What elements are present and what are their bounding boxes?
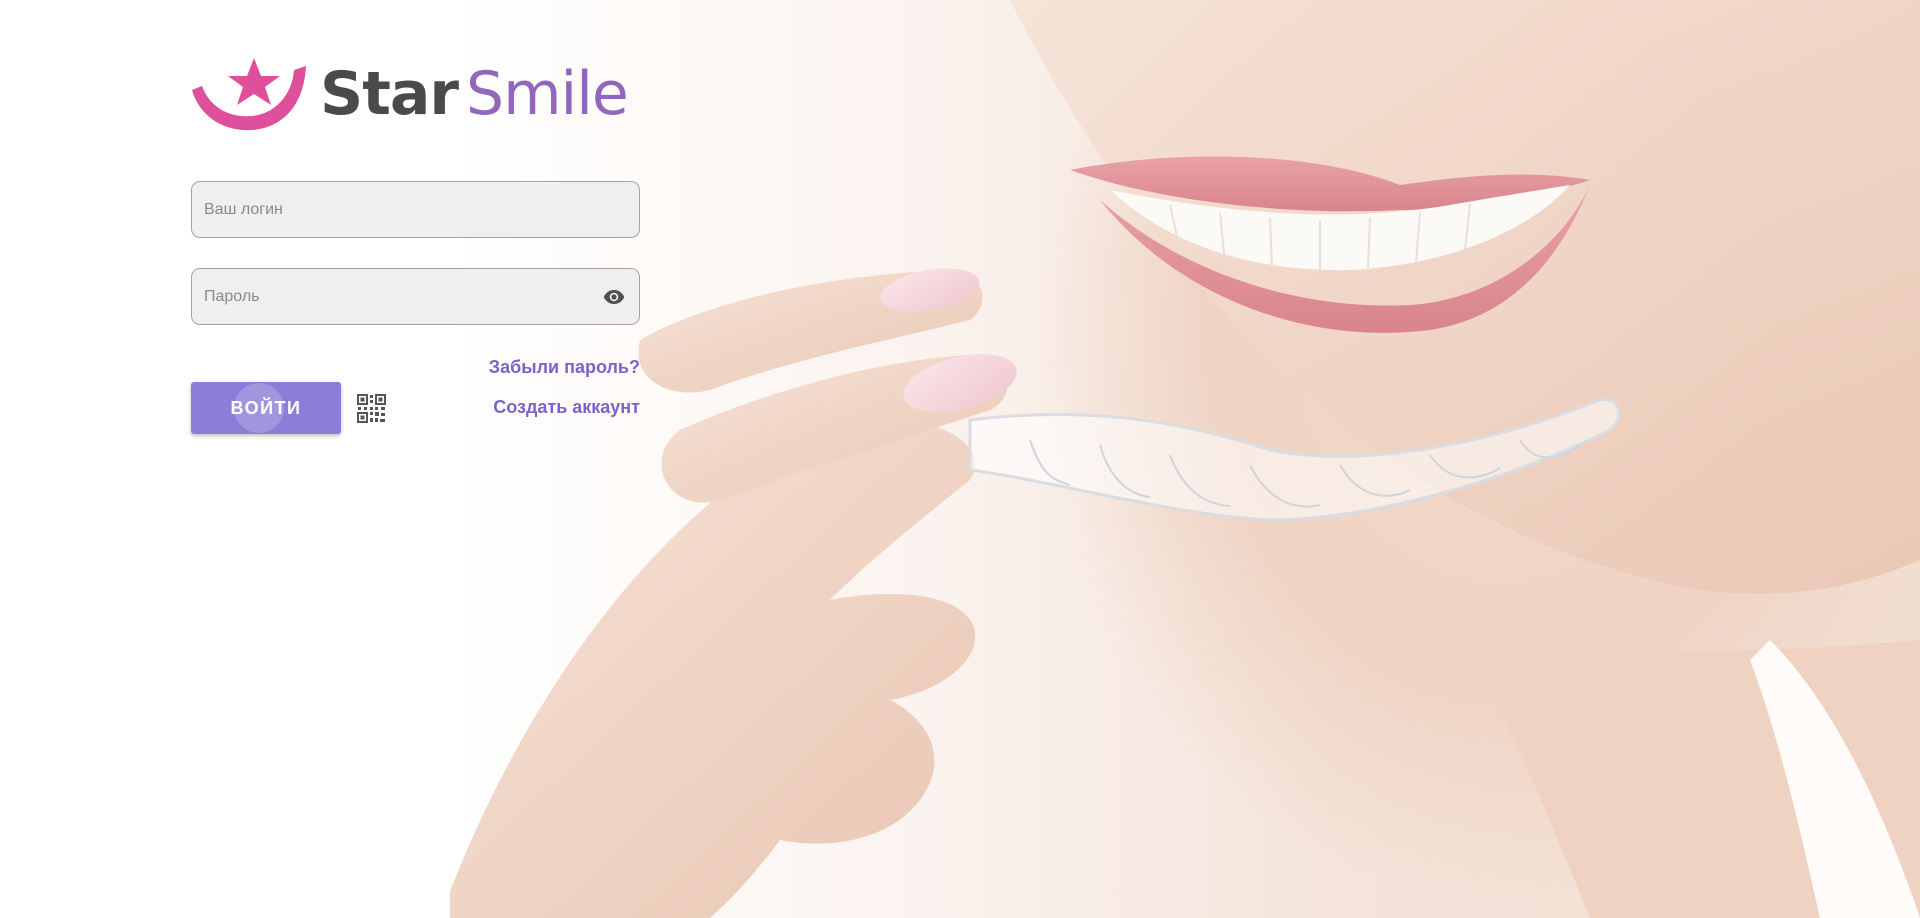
login-input[interactable] [204,200,627,219]
hero-image [450,0,1920,918]
brand-name-smile: Smile [465,59,629,129]
create-account-link[interactable]: Создать аккаунт [493,397,640,418]
qr-code-icon[interactable] [357,394,386,423]
forgot-password-link[interactable]: Забыли пароль? [489,357,640,378]
password-input[interactable] [204,287,601,306]
hero-illustration [450,0,1920,918]
brand-name-star: Star [320,59,459,129]
brand-logo: Star Smile [190,56,629,132]
login-field [191,181,640,238]
login-button-label: ВОЙТИ [230,397,302,418]
password-field [191,268,640,325]
eye-icon[interactable] [601,284,627,310]
login-button[interactable]: ВОЙТИ [191,382,341,434]
star-crescent-logo-icon [192,58,306,131]
